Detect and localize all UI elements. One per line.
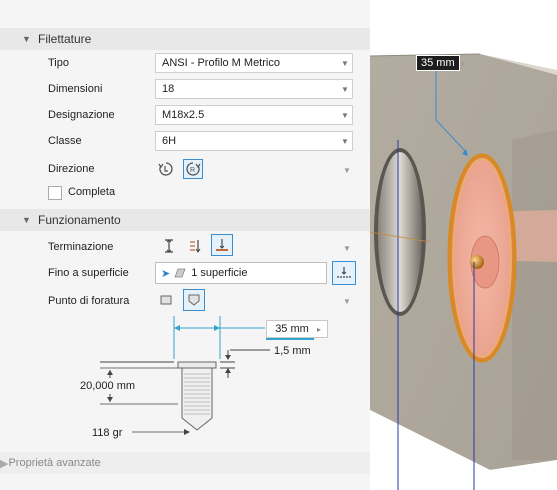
direzione-more-arrow[interactable]: ▼: [343, 166, 351, 175]
chevron-down-icon: ▼: [22, 34, 31, 44]
operation-section-header[interactable]: ▼ Funzionamento: [0, 209, 370, 231]
chevron-right-icon: ▸: [317, 324, 322, 334]
designazione-value: M18x2.5: [162, 109, 205, 121]
angle-drill-point-button[interactable]: [183, 289, 205, 311]
right-hand-thread-button[interactable]: R: [183, 159, 203, 179]
to-surface-icon: [216, 239, 228, 251]
model-viewport[interactable]: 35 mm ▸: [370, 0, 557, 490]
tipo-label: Tipo: [48, 57, 69, 69]
dimensioni-label: Dimensioni: [48, 83, 103, 95]
angle-point-icon: [188, 294, 200, 306]
designazione-dropdown[interactable]: M18x2.5 ▼: [155, 105, 353, 125]
surface-direction-button[interactable]: [332, 261, 356, 285]
chevron-right-icon: ▶: [0, 457, 9, 470]
direzione-label: Direzione: [48, 163, 95, 175]
classe-label: Classe: [48, 135, 82, 147]
hole-properties-panel: ▼ Filettature Tipo ANSI - Profilo M Metr…: [0, 0, 370, 490]
offset-label[interactable]: 1,5 mm: [274, 345, 311, 357]
classe-dropdown[interactable]: 6H ▼: [155, 131, 353, 151]
svg-text:R: R: [190, 167, 195, 174]
fino-label: Fino a superficie: [48, 267, 129, 279]
classe-value: 6H: [162, 135, 177, 147]
flip-icon: [337, 267, 351, 278]
width-value: 35 mm: [275, 323, 309, 335]
dimensioni-value: 18: [162, 83, 175, 95]
to-surface-button[interactable]: [211, 234, 233, 256]
advanced-section-header[interactable]: ▶ Proprietà avanzate: [0, 452, 370, 474]
punto-label: Punto di foratura: [48, 295, 130, 307]
left-hand-thread-button[interactable]: [156, 159, 176, 179]
completa-label: Completa: [68, 186, 116, 198]
chevron-down-icon: ▼: [341, 58, 349, 68]
right-hand-icon: R: [186, 162, 201, 176]
terminazione-label: Terminazione: [48, 241, 114, 253]
tipo-dropdown[interactable]: ANSI - Profilo M Metrico ▼: [155, 53, 353, 73]
advanced-section-title: Proprietà avanzate: [8, 457, 101, 469]
operation-section-title: Funzionamento: [38, 213, 121, 227]
designazione-label: Designazione: [48, 109, 115, 121]
threads-section-title: Filettature: [38, 32, 92, 46]
flat-point-icon: [160, 295, 172, 305]
width-input-underline: [266, 338, 314, 340]
depth-label[interactable]: 20,000 mm: [80, 380, 135, 392]
fino-selector[interactable]: ➤ 1 superficie: [155, 262, 327, 284]
flat-drill-point-button[interactable]: [156, 290, 176, 310]
viewport-dimension-value: 35 mm: [416, 55, 460, 71]
model-graphics: [370, 53, 557, 490]
chevron-down-icon: ▼: [341, 84, 349, 94]
completa-checkbox[interactable]: [48, 186, 62, 200]
dimensioni-dropdown[interactable]: 18 ▼: [155, 79, 353, 99]
left-hand-icon: [158, 162, 173, 176]
angle-label[interactable]: 118 gr: [92, 427, 122, 439]
distance-icon: [165, 239, 173, 253]
chevron-down-icon: ▼: [341, 110, 349, 120]
punto-more-arrow[interactable]: ▼: [343, 297, 351, 306]
distance-termination-button[interactable]: [159, 236, 179, 256]
through-all-button[interactable]: [185, 236, 205, 256]
cursor-arrow-icon: ➤: [161, 267, 171, 280]
tipo-value: ANSI - Profilo M Metrico: [162, 57, 280, 69]
width-input[interactable]: 35 mm ▸: [266, 320, 328, 338]
fino-value: 1 superficie: [191, 267, 248, 279]
chevron-down-icon: ▼: [22, 215, 31, 225]
terminazione-more-arrow[interactable]: ▼: [343, 244, 351, 253]
surface-icon: [174, 268, 186, 278]
viewport-dimension-input[interactable]: 35 mm ▸: [416, 55, 478, 71]
threads-section-header[interactable]: ▼ Filettature: [0, 28, 370, 50]
through-all-icon: [190, 240, 201, 253]
chevron-down-icon: ▼: [341, 136, 349, 146]
chevron-right-icon: ▸: [461, 58, 466, 68]
